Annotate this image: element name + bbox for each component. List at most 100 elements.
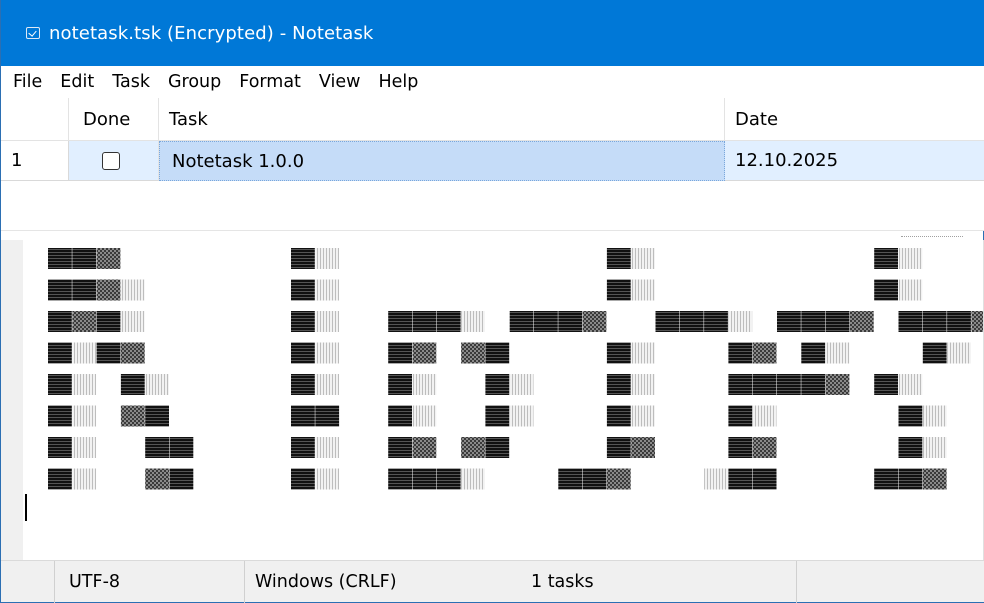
ascii-block: [291, 342, 315, 364]
ascii-block: [631, 405, 655, 427]
ascii-block: [436, 311, 461, 332]
ascii-block: [874, 468, 898, 490]
ascii-block: [606, 374, 631, 395]
ascii-block: [388, 437, 412, 458]
done-checkbox[interactable]: [101, 151, 120, 170]
ascii-block: [558, 311, 583, 332]
ascii-block: [461, 468, 485, 490]
ascii-block: [461, 311, 485, 332]
ascii-block: [728, 405, 753, 427]
ascii-block: [631, 437, 655, 458]
ascii-block: [825, 374, 850, 395]
ascii-block: [631, 374, 655, 395]
menu-help[interactable]: Help: [369, 66, 427, 98]
ascii-block: [72, 342, 97, 364]
ascii-block: [72, 468, 97, 490]
ascii-block: [72, 248, 97, 269]
ascii-block: [947, 342, 971, 364]
table-row[interactable]: 1 Notetask 1.0.0 12.10.2025: [1, 141, 984, 181]
ascii-block: [485, 342, 510, 364]
ascii-block: [388, 468, 412, 490]
ascii-block: [606, 279, 631, 301]
ascii-block: [606, 437, 631, 458]
ascii-block: [291, 437, 315, 458]
ascii-block: [461, 342, 485, 364]
ascii-block: [898, 437, 923, 458]
app-checkbox-icon: [26, 27, 40, 39]
ascii-block: [72, 374, 97, 395]
ascii-block: [704, 468, 728, 490]
ascii-block: [801, 311, 826, 332]
ascii-block: [72, 311, 97, 332]
ascii-block: [947, 311, 971, 332]
ascii-block: [898, 468, 923, 490]
note-editor[interactable]: [1, 240, 984, 560]
ascii-block: [291, 311, 315, 332]
ascii-block: [801, 342, 826, 364]
ascii-block: [48, 279, 72, 301]
ascii-block: [96, 248, 121, 269]
status-line-ending: Windows (CRLF): [255, 572, 397, 592]
ascii-block: [655, 311, 680, 332]
ascii-block: [752, 468, 777, 490]
row-number[interactable]: 1: [1, 141, 69, 181]
ascii-block: [631, 342, 655, 364]
ascii-block: [412, 405, 437, 427]
ascii-block: [96, 279, 121, 301]
status-cell-blank: [1, 561, 55, 603]
ascii-block: [315, 374, 340, 395]
done-cell[interactable]: [69, 141, 159, 181]
menu-edit[interactable]: Edit: [51, 66, 103, 98]
column-header-date[interactable]: Date: [725, 98, 984, 141]
ascii-block: [631, 279, 655, 301]
menu-view[interactable]: View: [310, 66, 370, 98]
ascii-block: [315, 437, 340, 458]
ascii-block: [120, 342, 145, 364]
splitter-grip[interactable]: [901, 236, 963, 238]
ascii-block: [898, 279, 923, 301]
ascii-block: [874, 279, 898, 301]
ascii-block: [72, 405, 97, 427]
title-bar[interactable]: notetask.tsk (Encrypted) - Notetask: [1, 0, 984, 66]
ascii-block: [849, 311, 874, 332]
ascii-block: [315, 311, 340, 332]
ascii-block: [291, 405, 315, 427]
ascii-block: [48, 248, 72, 269]
ascii-block: [922, 405, 947, 427]
ascii-block: [169, 468, 194, 490]
window-title: notetask.tsk (Encrypted) - Notetask: [49, 22, 374, 44]
ascii-block: [120, 311, 145, 332]
ascii-block: [582, 468, 607, 490]
task-cell[interactable]: Notetask 1.0.0: [159, 141, 725, 181]
ascii-block: [606, 248, 631, 269]
menu-file[interactable]: File: [1, 66, 51, 98]
ascii-block: [898, 248, 923, 269]
ascii-block: [412, 374, 437, 395]
row-header-corner[interactable]: [1, 98, 69, 141]
ascii-block: [606, 468, 631, 490]
ascii-block: [145, 468, 169, 490]
ascii-block: [777, 311, 801, 332]
ascii-block: [388, 374, 412, 395]
ascii-block: [485, 405, 510, 427]
ascii-block: [315, 342, 340, 364]
ascii-block: [606, 342, 631, 364]
status-encoding: UTF-8: [55, 561, 245, 603]
ascii-block: [96, 311, 121, 332]
app-window: notetask.tsk (Encrypted) - Notetask File…: [0, 0, 984, 603]
ascii-block: [777, 374, 801, 395]
column-header-task[interactable]: Task: [159, 98, 725, 141]
ascii-block: [728, 437, 753, 458]
menu-task[interactable]: Task: [103, 66, 159, 98]
ascii-art-banner: [48, 248, 983, 490]
ascii-block: [922, 437, 947, 458]
ascii-block: [752, 342, 777, 364]
menu-format[interactable]: Format: [230, 66, 310, 98]
ascii-block: [48, 311, 72, 332]
ascii-block: [48, 342, 72, 364]
date-cell[interactable]: 12.10.2025: [725, 141, 984, 181]
menu-group[interactable]: Group: [159, 66, 230, 98]
column-header-done[interactable]: Done: [69, 98, 159, 141]
ascii-block: [291, 374, 315, 395]
ascii-block: [898, 311, 923, 332]
